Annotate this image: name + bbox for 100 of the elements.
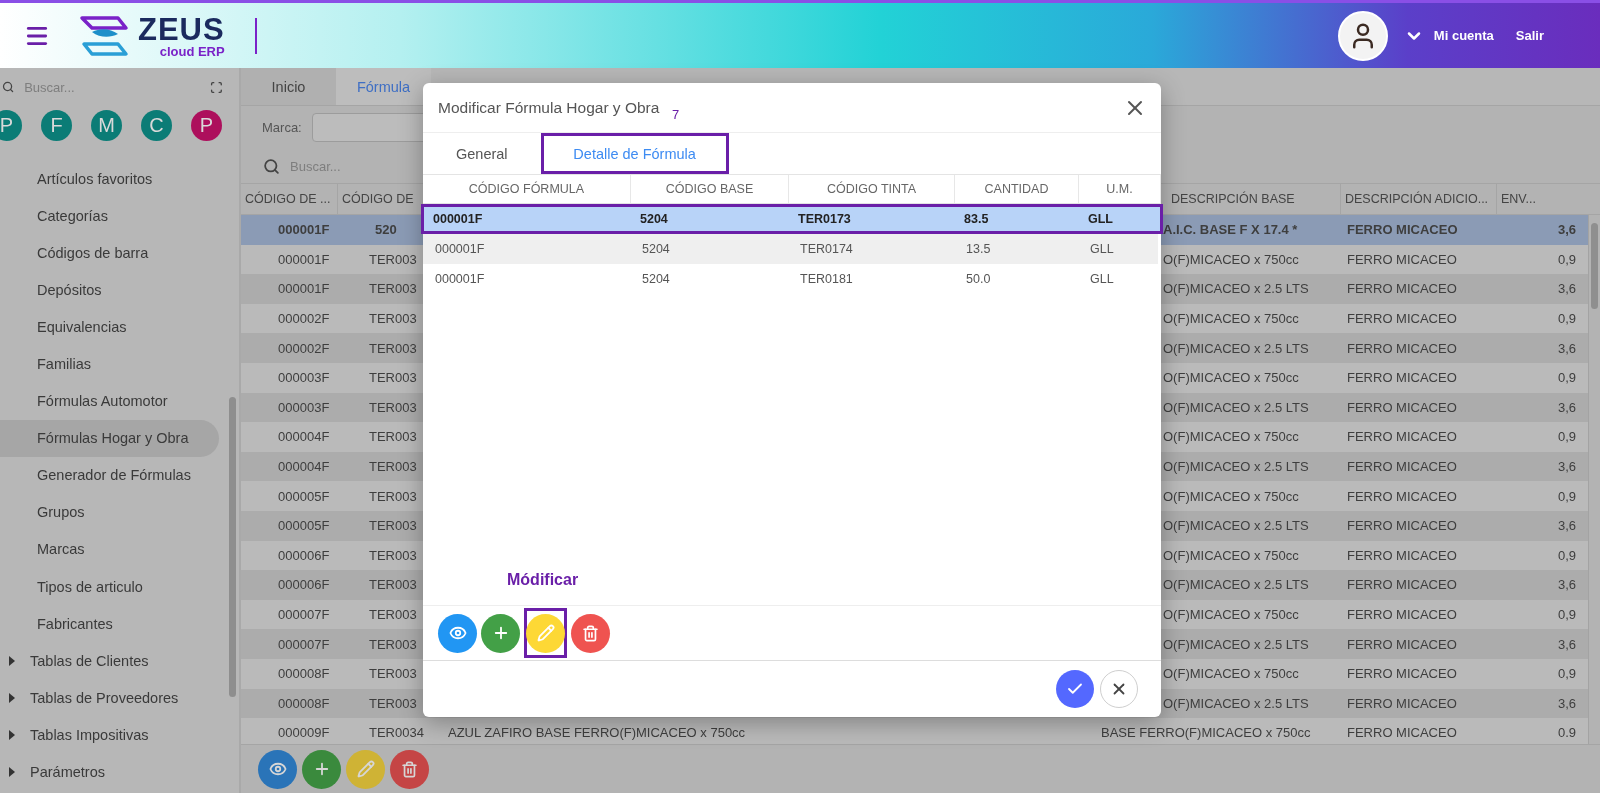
table-cell-text: 50.0 (965, 272, 992, 286)
sidebar-group[interactable]: Tablas de Proveedores (0, 679, 219, 717)
sidebar-item[interactable]: Categorías (0, 197, 219, 235)
shortcut-circle[interactable]: C (141, 109, 172, 141)
scrollbar[interactable] (229, 397, 236, 697)
table-cell-text: O(F)MICACEO x 2.5 LTS (1162, 518, 1310, 534)
tab[interactable]: Detalle de Fórmula (540, 133, 729, 174)
table-row[interactable]: 000009F TER0034 AZUL ZAFIRO BASE FERRO(F)MICACEO x 750cc BASE FERRO(F)MICACEO x 750cc FERRO MICACEO 0.9 (241, 718, 1588, 744)
table-cell-text: FERRO MICACEO (1346, 488, 1458, 504)
dialog-title: Modificar Fórmula Hogar y Obra (438, 98, 660, 117)
table-cell-text: TER003 (368, 666, 418, 682)
trash-icon (582, 624, 599, 642)
cancel-button[interactable] (1100, 670, 1138, 708)
add-button[interactable] (481, 613, 520, 653)
table-cell-text: TER003 (368, 281, 418, 297)
table-cell-text: BASE FERRO(F)MICACEO x 750cc (1101, 725, 1312, 741)
caret-icon (8, 655, 16, 666)
eye-icon (268, 760, 287, 778)
sidebar-group[interactable]: Parámetros (0, 753, 219, 791)
sidebar-item[interactable]: Fórmulas Automotor (0, 382, 219, 420)
table-cell-text: FERRO MICACEO (1346, 547, 1458, 563)
caret-icon (8, 729, 16, 740)
delete-button[interactable] (571, 613, 610, 653)
brand-tagline: cloud ERP (159, 44, 225, 58)
table-cell-text: 0.9 (1556, 725, 1577, 741)
sidebar-item[interactable]: Equivalencias (0, 308, 219, 346)
table-cell-text: FERRO MICACEO (1346, 429, 1458, 445)
field-label: Marca: (262, 120, 302, 135)
table-cell-text: 000006F (277, 547, 331, 563)
column-header[interactable]: ENV... (1497, 184, 1600, 214)
table-cell-text: O(F)MICACEO x 750cc (1162, 607, 1300, 622)
logout-link[interactable]: Salir (1515, 28, 1544, 43)
table-cell-text: 0,9 (1556, 370, 1577, 386)
table-row[interactable]: 000001F 5204 TER0174 13.5 GLL (423, 234, 1158, 264)
table-cell-text: TER003 (368, 695, 418, 711)
column-header[interactable]: CÓDIGO FÓRMULA (423, 175, 631, 203)
column-header[interactable]: CÓDIGO BASE (631, 175, 789, 203)
table-cell-text: TER003 (368, 488, 418, 504)
table-cell-text: FERRO MICACEO (1346, 636, 1458, 652)
table-cell-text: 000004F (277, 429, 331, 445)
table-cell-text: 5204 (641, 272, 671, 286)
delete-button[interactable] (390, 749, 429, 789)
sidebar-search-field[interactable]: Buscar... (22, 78, 203, 96)
table-cell-text: TER003 (368, 607, 418, 622)
table-cell-text: FERRO MICACEO (1346, 577, 1458, 593)
sidebar-item[interactable]: Fabricantes (0, 605, 219, 643)
table-cell-text: FERRO MICACEO (1346, 370, 1458, 386)
table-cell-text: GLL (1089, 242, 1115, 256)
sidebar-item[interactable]: Códigos de barra (0, 234, 219, 272)
table-cell-text: O(F)MICACEO x 750cc (1162, 311, 1300, 327)
table-cell-text: TER003 (368, 429, 418, 445)
sidebar-item[interactable]: Depósitos (0, 271, 219, 309)
column-header[interactable]: CANTIDAD (955, 175, 1079, 203)
shortcut-circle[interactable]: F (41, 109, 72, 141)
table-cell-text: TER0034 (368, 725, 423, 741)
table-cell-text: 83.5 (963, 212, 990, 226)
sidebar-group[interactable]: Tablas Impositivas (0, 716, 219, 754)
sidebar-item[interactable]: Tipos de articulo (0, 568, 219, 606)
column-header[interactable]: U.M. (1079, 175, 1161, 203)
table-cell-text: 000008F (277, 666, 331, 682)
view-button[interactable] (258, 749, 297, 789)
confirm-button[interactable] (1056, 670, 1094, 708)
table-cell-text: TER003 (368, 459, 418, 475)
scrollbar[interactable] (1591, 223, 1598, 309)
table-cell-text: O(F)MICACEO x 2.5 LTS (1162, 695, 1310, 711)
table-cell-text: O(F)MICACEO x 2.5 LTS (1162, 577, 1310, 593)
table-cell-text: 000001F (434, 242, 486, 256)
sidebar-item[interactable]: Grupos (0, 493, 219, 531)
table-cell-text: TER0173 (797, 212, 852, 226)
add-button[interactable] (302, 749, 341, 789)
table-cell-text: AZUL ZAFIRO BASE FERRO(F)MICACEO x 750cc (447, 725, 747, 741)
table-cell-text: O(F)MICACEO x 750cc (1162, 429, 1300, 445)
column-header[interactable]: DESCRIPCIÓN ADICIO... (1341, 184, 1497, 214)
table-cell-text: FERRO MICACEO (1346, 222, 1459, 238)
column-header[interactable]: CÓDIGO TINTA (789, 175, 955, 203)
table-cell-text: O(F)MICACEO x 750cc (1162, 488, 1300, 504)
tab[interactable]: Inicio (241, 68, 336, 105)
column-header[interactable]: CÓDIGO DE (338, 184, 423, 214)
sidebar-item[interactable]: Artículos favoritos (0, 160, 219, 198)
column-header[interactable]: CÓDIGO DE ... (241, 184, 338, 214)
table-cell-text: FERRO MICACEO (1346, 311, 1458, 327)
table-row[interactable]: 000001F 5204 TER0173 83.5 GLL (421, 204, 1163, 234)
view-button[interactable] (438, 613, 477, 653)
sidebar-item[interactable]: Marcas (0, 530, 219, 569)
shortcut-circle[interactable]: P (0, 109, 22, 141)
shortcut-circle[interactable]: M (91, 109, 122, 141)
pencil-icon (536, 624, 555, 642)
sidebar-item[interactable]: Fórmulas Hogar y Obra (0, 419, 219, 457)
table-cell-text: 3,6 (1556, 636, 1577, 652)
account-link[interactable]: Mi cuenta (1433, 28, 1494, 43)
sidebar-item[interactable]: Generador de Fórmulas (0, 456, 219, 494)
table-cell-text: O(F)MICACEO x 750cc (1162, 251, 1300, 267)
sidebar-item[interactable]: Familias (0, 345, 219, 383)
table-cell-text: O(F)MICACEO x 750cc (1162, 370, 1300, 386)
table-cell-text: 3,6 (1556, 340, 1577, 356)
table-cell-text: TER003 (368, 547, 418, 563)
shortcut-circle[interactable]: P (191, 109, 222, 141)
table-cell-text: 000005F (277, 518, 331, 534)
table-cell-text: 0,9 (1556, 547, 1577, 563)
sidebar-group[interactable]: Tablas de Clientes (0, 642, 219, 680)
